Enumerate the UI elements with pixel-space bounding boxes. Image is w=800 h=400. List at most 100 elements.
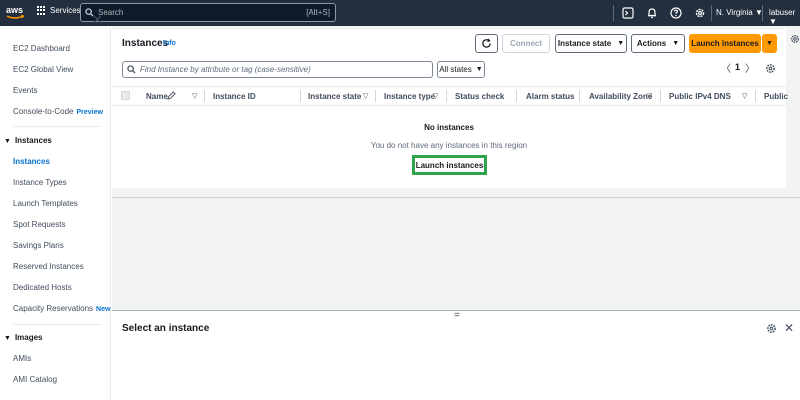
sidebar-item-instances[interactable]: Instances [13, 157, 50, 166]
services-label: Services [50, 6, 81, 15]
split-panel-title: Select an instance [122, 323, 210, 334]
sidebar-item-capacity-reservations[interactable]: Capacity Reservations New [13, 304, 110, 313]
empty-state-title: No instances [424, 123, 474, 132]
divider [711, 5, 712, 21]
instance-filter[interactable] [122, 61, 433, 78]
column-header-instance-state[interactable]: Instance state [308, 92, 361, 101]
close-icon[interactable]: ✕ [784, 321, 794, 335]
empty-state-launch-button[interactable]: Launch instances [412, 155, 487, 175]
instance-state-button[interactable]: Instance state ▼ [555, 34, 627, 53]
connect-button[interactable]: Connect [502, 34, 550, 53]
button-label: Actions [636, 39, 667, 48]
sidebar-item-spot-requests[interactable]: Spot Requests [13, 220, 65, 229]
launch-options-dropdown[interactable]: ▼ [762, 34, 777, 53]
search-shortcut: [Alt+S] [306, 8, 330, 17]
refresh-icon [482, 38, 491, 48]
sidebar-item-label: Console-to-Code [13, 107, 74, 116]
section-label: Images [14, 333, 43, 342]
column-header-instance-id[interactable]: Instance ID [213, 92, 256, 101]
search-input[interactable] [98, 8, 298, 17]
sidebar-item-amis[interactable]: AMIs [13, 354, 31, 363]
sidebar-item-instance-types[interactable]: Instance Types [13, 178, 67, 187]
launch-instances-button[interactable]: Launch instances [689, 34, 761, 53]
table-settings-icon[interactable] [765, 63, 776, 74]
divider [112, 197, 800, 198]
search-icon [127, 65, 136, 74]
sort-caret-icon[interactable]: ▽ [363, 92, 368, 100]
sort-caret-icon[interactable]: ▽ [433, 92, 438, 100]
caret-down-icon: ▼ [766, 40, 773, 47]
cloudshell-icon[interactable] [622, 7, 634, 19]
column-header-name[interactable]: Name [146, 92, 168, 101]
page-number[interactable]: 1 [735, 62, 740, 72]
column-divider [516, 90, 517, 102]
resize-handle[interactable]: = [454, 310, 460, 321]
sidebar-item-events[interactable]: Events [13, 86, 37, 95]
sidebar-item-savings-plans[interactable]: Savings Plans [13, 241, 64, 250]
info-link[interactable]: Info [163, 40, 176, 47]
sidebar-item-label: Capacity Reservations [13, 304, 94, 313]
sidebar-item-launch-templates[interactable]: Launch Templates [13, 199, 78, 208]
close-sidebar-icon[interactable]: ✕ [92, 13, 103, 26]
top-navigation-bar: aws Services [Alt+S] N. Virginia ▼ [0, 0, 800, 26]
button-label: Instance state [557, 39, 612, 48]
refresh-button[interactable] [475, 34, 498, 53]
sidebar [0, 26, 111, 400]
caret-down-icon: ▼ [475, 66, 483, 73]
column-divider [375, 90, 376, 102]
filter-input[interactable] [140, 65, 420, 74]
divider [762, 5, 763, 21]
column-header-public-ipv4-dns[interactable]: Public IPv4 DNS [669, 92, 731, 101]
panel-settings-icon[interactable] [790, 34, 800, 44]
preview-badge: Preview [76, 109, 103, 116]
previous-page-icon[interactable]: 〈 [721, 60, 731, 75]
column-header-instance-type[interactable]: Instance type [384, 92, 435, 101]
sidebar-item-ec2-dashboard[interactable]: EC2 Dashboard [13, 44, 70, 53]
column-divider [446, 90, 447, 102]
bell-icon[interactable] [646, 7, 658, 19]
caret-down-icon: ▼ [672, 40, 680, 47]
sidebar-item-reserved-instances[interactable]: Reserved Instances [13, 262, 84, 271]
aws-logo-icon[interactable]: aws [4, 3, 26, 23]
new-badge: New [96, 306, 111, 313]
sidebar-item-ec2-global-view[interactable]: EC2 Global View [13, 65, 73, 74]
sidebar-section-images[interactable]: ▼ Images [4, 333, 43, 342]
column-header-alarm-status[interactable]: Alarm status [526, 92, 574, 101]
sort-caret-icon[interactable]: ▽ [647, 92, 652, 100]
user-menu[interactable]: labuser ▼ [769, 8, 800, 26]
column-header-availability-zone[interactable]: Availability Zone [589, 92, 652, 101]
sort-caret-icon[interactable]: ▽ [192, 92, 197, 100]
select-value: All states [439, 65, 472, 74]
column-divider [204, 90, 205, 102]
sidebar-item-console-to-code[interactable]: Console-to-Code Preview [13, 107, 103, 116]
edit-pencil-icon[interactable] [167, 91, 176, 100]
caret-down-icon: ▼ [4, 138, 11, 145]
column-header-status-check[interactable]: Status check [455, 92, 504, 101]
sidebar-section-instances[interactable]: ▼ Instances [4, 136, 52, 145]
divider [613, 5, 614, 21]
services-menu[interactable]: Services [37, 6, 81, 15]
sidebar-item-dedicated-hosts[interactable]: Dedicated Hosts [13, 283, 72, 292]
grid-icon [37, 6, 46, 15]
region-selector[interactable]: N. Virginia ▼ [716, 8, 763, 17]
search-bar[interactable]: [Alt+S] [80, 3, 336, 22]
split-panel [112, 310, 800, 400]
column-divider [300, 90, 301, 102]
divider [13, 324, 101, 325]
column-header-public[interactable]: Public [764, 92, 788, 101]
split-panel-settings-icon[interactable] [766, 323, 777, 334]
column-divider [660, 90, 661, 102]
sidebar-item-ami-catalog[interactable]: AMI Catalog [13, 375, 57, 384]
next-page-icon[interactable]: 〉 [745, 60, 755, 75]
state-filter-select[interactable]: All states ▼ [437, 61, 485, 78]
section-label: Instances [14, 136, 52, 145]
help-icon[interactable] [670, 7, 682, 19]
sort-caret-icon[interactable]: ▽ [742, 92, 747, 100]
column-divider [579, 90, 580, 102]
caret-down-icon: ▼ [617, 40, 625, 47]
divider [13, 126, 101, 127]
actions-button[interactable]: Actions ▼ [631, 34, 685, 53]
column-divider [755, 90, 756, 102]
select-all-checkbox[interactable] [121, 91, 130, 100]
settings-gear-icon[interactable] [694, 7, 706, 19]
